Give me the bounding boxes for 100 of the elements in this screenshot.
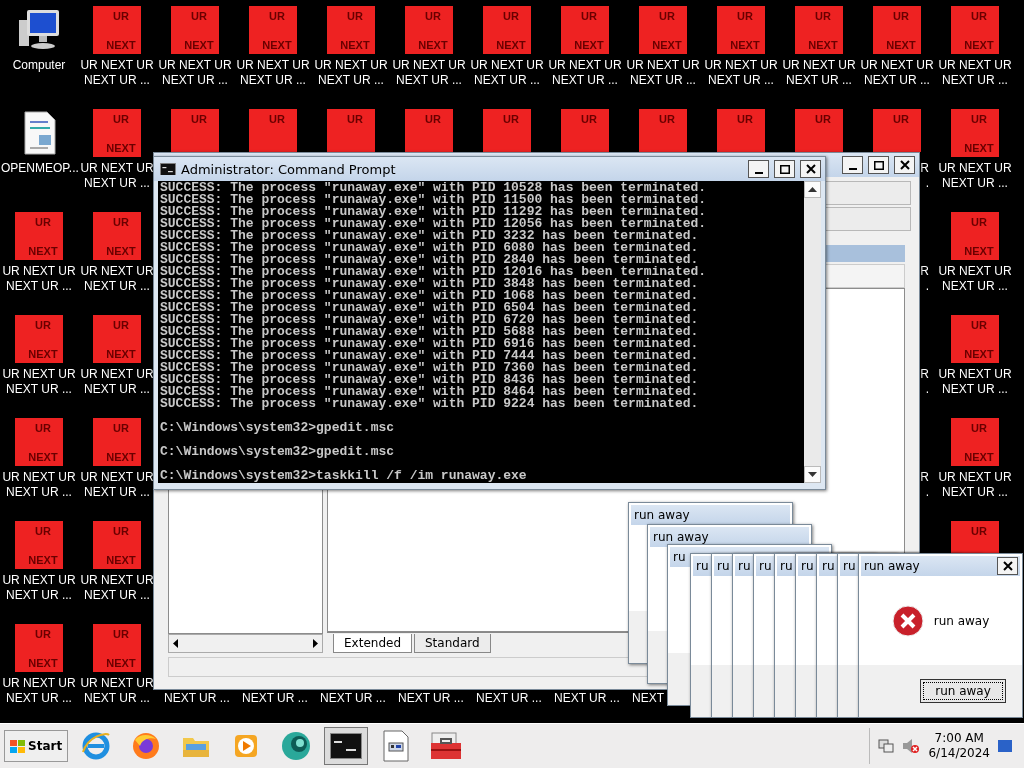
console-line: SUCCESS: The process "runaway.exe" with PID 3848 has been terminated. — [160, 278, 700, 290]
console-line: SUCCESS: The process "runaway.exe" with PID 12056 has been terminated. — [160, 218, 708, 230]
console-icon — [330, 733, 363, 760]
icon-label[interactable]: NEXT — [632, 691, 664, 706]
icon-label[interactable]: R — [920, 161, 929, 176]
console-line: SUCCESS: The process "runaway.exe" with PID 6916 has been terminated. — [160, 338, 700, 350]
icon-label[interactable]: UR NEXT UR NEXT UR ... — [859, 58, 935, 88]
icon-label[interactable]: . — [925, 485, 929, 500]
icon-label[interactable]: R — [920, 367, 929, 382]
icon-text: NEXT — [262, 39, 292, 52]
vertical-scrollbar[interactable] — [804, 181, 821, 483]
icon-label[interactable]: UR NEXT UR NEXT UR ... — [547, 58, 623, 88]
icon-label[interactable]: . — [925, 382, 929, 397]
icon-label[interactable]: R — [920, 470, 929, 485]
icon-text: NEXT — [418, 39, 448, 52]
close-button[interactable] — [997, 557, 1018, 575]
icon-text: UR — [191, 113, 207, 126]
scroll-down-icon[interactable] — [808, 472, 817, 477]
icon-label[interactable]: UR NEXT UR NEXT UR ... — [1, 676, 77, 706]
minimize-button[interactable] — [748, 160, 769, 178]
console-line: SUCCESS: The process "runaway.exe" with PID 11292 has been terminated. — [160, 206, 708, 218]
minimize-button[interactable] — [842, 156, 863, 174]
icon-text: UR — [35, 525, 51, 538]
icon-label[interactable]: UR NEXT UR NEXT UR ... — [79, 161, 155, 191]
icon-label[interactable]: UR NEXT UR NEXT UR ... — [1, 470, 77, 500]
icon-label[interactable]: UR NEXT UR NEXT UR ... — [625, 58, 701, 88]
icon-text: NEXT — [106, 245, 136, 258]
icon-text: NEXT — [808, 39, 838, 52]
icon-label[interactable]: R — [920, 264, 929, 279]
windows-flag-icon — [10, 739, 25, 753]
icon-label[interactable]: UR NEXT UR NEXT UR ... — [703, 58, 779, 88]
icon-text: UR — [113, 525, 129, 538]
icon-label[interactable]: UR NEXT UR NEXT UR ... — [937, 58, 1013, 88]
icon-text: NEXT — [886, 39, 916, 52]
scroll-right-icon[interactable] — [313, 639, 318, 648]
maximize-button[interactable] — [774, 160, 795, 178]
icon-text: NEXT — [184, 39, 214, 52]
icon-label[interactable]: NEXT UR ... — [476, 691, 542, 706]
icon-label[interactable]: UR NEXT UR NEXT UR ... — [79, 264, 155, 294]
close-button[interactable] — [894, 156, 915, 174]
icon-label[interactable]: NEXT UR ... — [320, 691, 386, 706]
icon-text: UR — [269, 113, 285, 126]
icon-label[interactable]: NEXT UR ... — [398, 691, 464, 706]
icon-label[interactable]: UR NEXT UR NEXT UR ... — [79, 367, 155, 397]
window-title: ru — [673, 550, 686, 564]
icon-label[interactable]: UR NEXT UR NEXT UR ... — [391, 58, 467, 88]
icon-label[interactable]: UR NEXT UR NEXT UR ... — [79, 676, 155, 706]
icon-text: UR — [893, 113, 909, 126]
icon-label[interactable]: UR NEXT UR NEXT UR ... — [313, 58, 389, 88]
maximize-button[interactable] — [868, 156, 889, 174]
icon-label[interactable]: UR NEXT UR NEXT UR ... — [937, 367, 1013, 397]
icon-label[interactable]: . — [925, 176, 929, 191]
icon-label[interactable]: UR NEXT UR NEXT UR ... — [235, 58, 311, 88]
icon-label[interactable]: UR NEXT UR NEXT UR ... — [1, 367, 77, 397]
icon-label[interactable]: NEXT UR ... — [554, 691, 620, 706]
icon-label[interactable]: . — [925, 279, 929, 294]
icon-text: NEXT — [340, 39, 370, 52]
horizontal-scrollbar[interactable] — [168, 634, 323, 653]
icon-text: UR — [815, 113, 831, 126]
icon-text: NEXT — [964, 451, 994, 464]
speaker-muted-icon[interactable] — [902, 738, 921, 755]
show-desktop-icon[interactable] — [998, 740, 1012, 753]
icon-label[interactable]: OPENMEOP... — [1, 161, 77, 191]
icon-label[interactable]: UR NEXT UR NEXT UR ... — [937, 161, 1013, 191]
icon-text: NEXT — [28, 657, 58, 670]
icon-label[interactable]: UR NEXT UR NEXT UR ... — [937, 470, 1013, 500]
window-title: ru — [801, 559, 814, 573]
tab[interactable]: Extended — [333, 634, 412, 653]
icon-text: NEXT — [28, 554, 58, 567]
minimize-icon — [754, 172, 763, 174]
close-button[interactable] — [800, 160, 821, 178]
icon-label[interactable]: UR NEXT UR NEXT UR ... — [937, 264, 1013, 294]
icon-label[interactable]: NEXT UR ... — [164, 691, 230, 706]
scroll-up-icon[interactable] — [808, 187, 817, 192]
icon-label[interactable]: UR NEXT UR NEXT UR ... — [781, 58, 857, 88]
window-title: run away — [634, 508, 690, 522]
dialog-button[interactable]: run away — [920, 679, 1006, 703]
network-icon[interactable] — [878, 738, 895, 755]
minimize-icon — [848, 168, 857, 170]
icon-text: NEXT — [964, 39, 994, 52]
window-title: ru — [780, 559, 793, 573]
icon-label[interactable]: UR NEXT UR NEXT UR ... — [1, 573, 77, 603]
icon-label[interactable]: UR NEXT UR NEXT UR ... — [79, 58, 155, 88]
close-icon — [1002, 561, 1013, 571]
icon-label[interactable]: UR NEXT UR NEXT UR ... — [469, 58, 545, 88]
icon-label[interactable]: UR NEXT UR NEXT UR ... — [79, 573, 155, 603]
tab[interactable]: Standard — [414, 634, 491, 653]
icon-text: UR — [191, 10, 207, 23]
icon-label[interactable]: Computer — [1, 58, 77, 88]
icon-label[interactable]: UR NEXT UR NEXT UR ... — [157, 58, 233, 88]
icon-label[interactable]: NEXT UR ... — [242, 691, 308, 706]
icon-label[interactable]: UR NEXT UR NEXT UR ... — [1, 264, 77, 294]
icon-label[interactable]: UR NEXT UR NEXT UR ... — [79, 470, 155, 500]
icon-text: NEXT — [106, 451, 136, 464]
start-button[interactable]: Start — [4, 730, 69, 763]
scroll-left-icon[interactable] — [173, 639, 178, 648]
console-line: C:\Windows\system32>taskkill /f /im runaway.exe — [160, 470, 528, 482]
icon-text: NEXT — [964, 245, 994, 258]
taskbar-button[interactable] — [324, 727, 369, 766]
icon-text: UR — [971, 525, 987, 538]
